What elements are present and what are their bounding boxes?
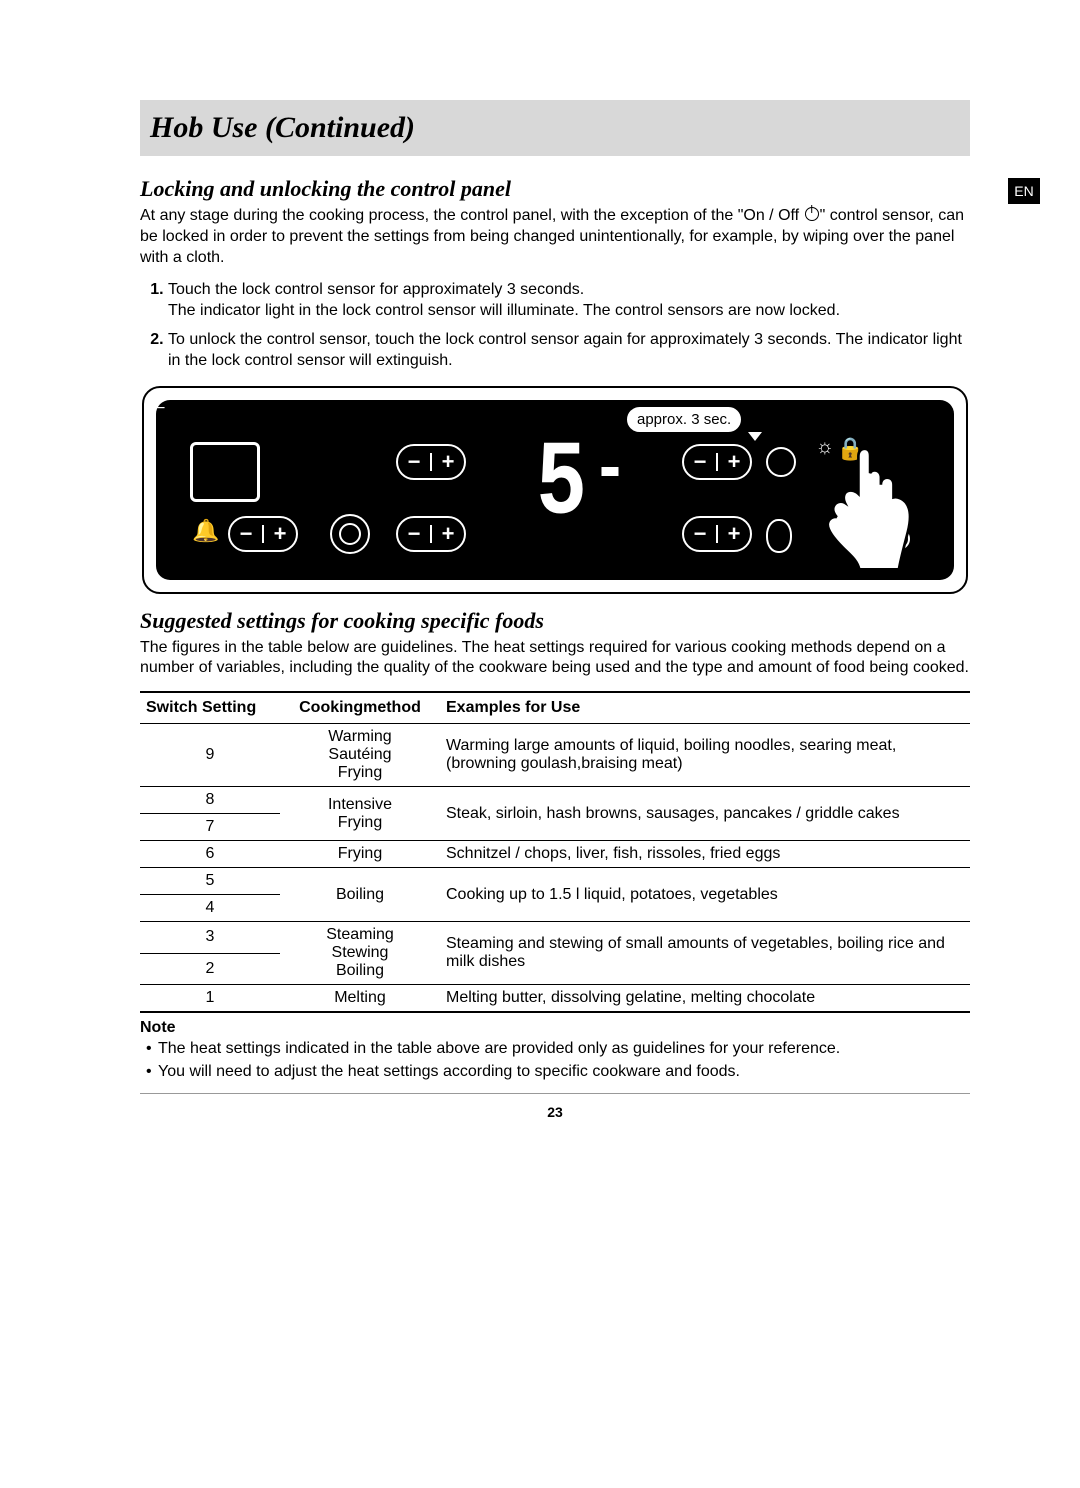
table-row: 1 Melting Melting butter, dissolving gel… (140, 985, 970, 1013)
header-method: Cookingmethod (280, 692, 440, 724)
cell-example: Schnitzel / chops, liver, fish, rissoles… (440, 841, 970, 868)
cell-method: Warming Sautéing Frying (280, 724, 440, 787)
zone-control-bottom-1: − + (396, 516, 466, 552)
cell-example: Warming large amounts of liquid, boiling… (440, 724, 970, 787)
cell-setting: 6 (140, 841, 280, 868)
hand-pointing-icon (809, 438, 924, 573)
section-heading-settings: Suggested settings for cooking specific … (140, 608, 970, 634)
cell-setting: 9 (140, 724, 280, 787)
page-number: 23 (140, 1104, 970, 1120)
cell-setting: 7 (140, 814, 280, 841)
minus-icon: − (684, 451, 716, 473)
cell-method: Melting (280, 985, 440, 1013)
cell-setting: 4 (140, 895, 280, 922)
step-1: Touch the lock control sensor for approx… (168, 280, 970, 322)
note-item: The heat settings indicated in the table… (156, 1039, 970, 1060)
cell-setting: 8 (140, 787, 280, 814)
table-row: 3 Steaming Stewing Boiling Steaming and … (140, 922, 970, 954)
settings-table: Switch Setting Cookingmethod Examples fo… (140, 691, 970, 1013)
minus-icon: − (230, 523, 262, 545)
zone-control-bottom-2: − + (682, 516, 752, 552)
cell-example: Steaming and stewing of small amounts of… (440, 922, 970, 985)
table-row: 6 Frying Schnitzel / chops, liver, fish,… (140, 841, 970, 868)
cell-method: Frying (280, 841, 440, 868)
cell-setting: 2 (140, 953, 280, 985)
cell-setting: 3 (140, 922, 280, 954)
plus-icon: + (718, 451, 750, 473)
cell-setting: 5 (140, 868, 280, 895)
table-header-row: Switch Setting Cookingmethod Examples fo… (140, 692, 970, 724)
section-heading-locking: Locking and unlocking the control panel (140, 176, 970, 202)
minus-icon: − (398, 523, 430, 545)
cell-example: Steak, sirloin, hash browns, sausages, p… (440, 787, 970, 841)
timer-control: − + (228, 516, 298, 552)
cell-example: Cooking up to 1.5 l liquid, potatoes, ve… (440, 868, 970, 922)
bell-icon: 🔔 (192, 518, 219, 544)
locking-intro: At any stage during the cooking process,… (140, 206, 970, 268)
intro-text-a: At any stage during the cooking process,… (140, 207, 799, 224)
speech-bubble: approx. 3 sec. (626, 406, 742, 433)
segment-display-dash: - (592, 434, 628, 509)
plus-icon: + (432, 523, 464, 545)
dual-zone-icon (766, 447, 796, 477)
dual-zone-icon (766, 519, 792, 553)
control-panel-figure: approx. 3 sec. − + − + 🔔 − + − + (142, 386, 968, 594)
plus-icon: + (432, 451, 464, 473)
table-row: 9 Warming Sautéing Frying Warming large … (140, 724, 970, 787)
plus-icon: + (718, 523, 750, 545)
power-icon (805, 207, 819, 221)
cell-example: Melting butter, dissolving gelatine, mel… (440, 985, 970, 1013)
zone-selector-icon (330, 514, 370, 554)
note-list: The heat settings indicated in the table… (140, 1039, 970, 1083)
table-row: 5 Boiling Cooking up to 1.5 l liquid, po… (140, 868, 970, 895)
title-band: Hob Use (Continued) EN (140, 100, 970, 156)
zone-control-top-1: − + (396, 444, 466, 480)
minus-icon: − (684, 523, 716, 545)
table-row: 8 Intensive Frying Steak, sirloin, hash … (140, 787, 970, 814)
zone-control-top-2: − + (682, 444, 752, 480)
note-heading: Note (140, 1019, 970, 1037)
segment-display-5: 5 (536, 431, 581, 537)
cell-method: Boiling (280, 868, 440, 922)
control-panel: approx. 3 sec. − + − + 🔔 − + − + (156, 400, 954, 580)
step-2: To unlock the control sensor, touch the … (168, 330, 970, 372)
header-switch: Switch Setting (140, 692, 280, 724)
locking-steps: Touch the lock control sensor for approx… (140, 280, 970, 371)
page-title: Hob Use (Continued) (150, 111, 415, 145)
display-box (190, 442, 260, 502)
settings-intro: The figures in the table below are guide… (140, 638, 970, 680)
cell-setting: 1 (140, 985, 280, 1013)
footer-divider (140, 1093, 970, 1094)
language-badge: EN (1008, 178, 1040, 204)
plus-icon: + (264, 523, 296, 545)
note-item: You will need to adjust the heat setting… (156, 1062, 970, 1083)
cell-method: Intensive Frying (280, 787, 440, 841)
speech-tail (746, 432, 764, 444)
minus-icon: − (398, 451, 430, 473)
header-examples: Examples for Use (440, 692, 970, 724)
cell-method: Steaming Stewing Boiling (280, 922, 440, 985)
segment-display-minus: − (156, 400, 954, 418)
